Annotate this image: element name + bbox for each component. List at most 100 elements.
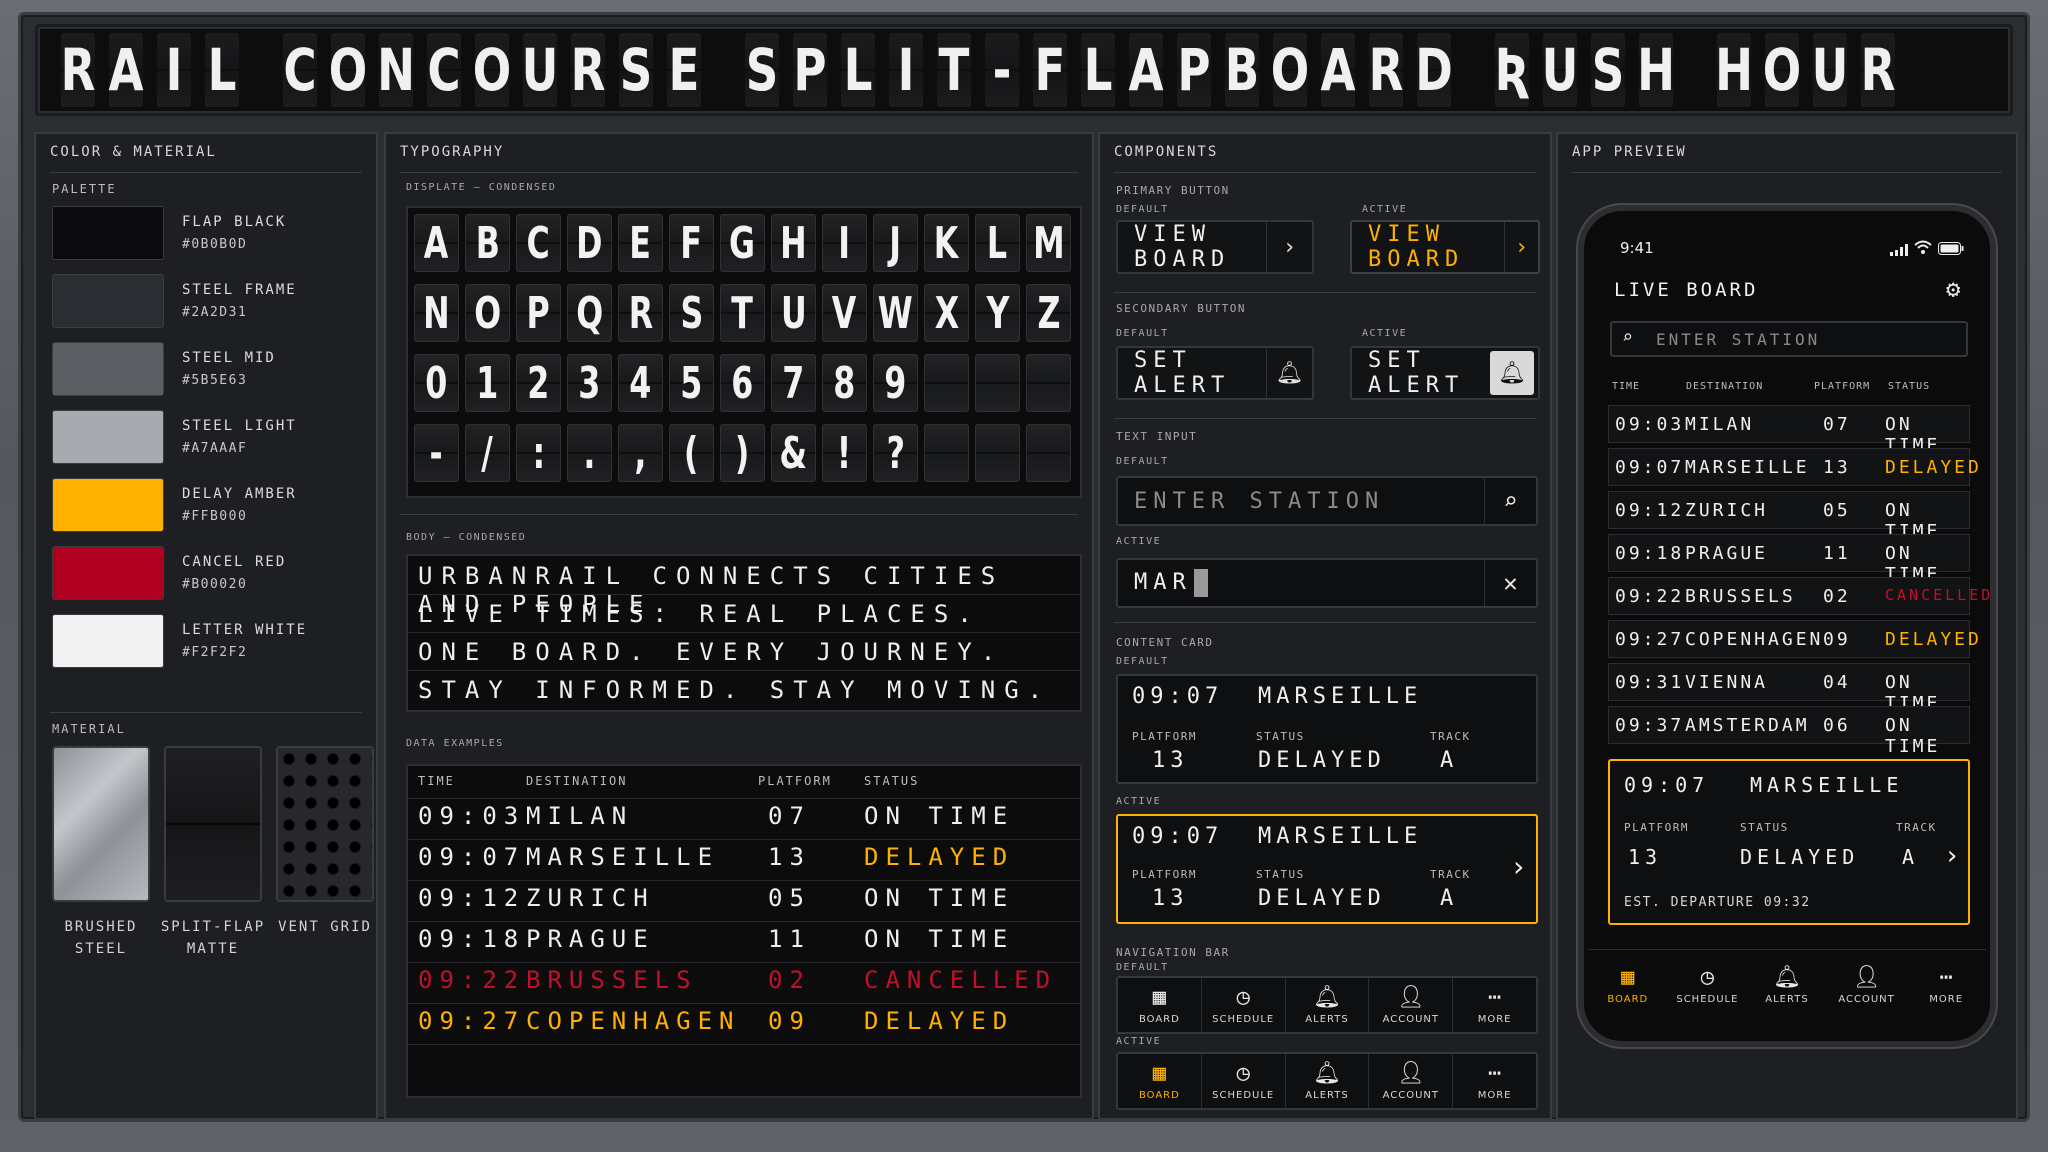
- bell-icon: 🔔︎: [1313, 1060, 1341, 1086]
- view-board-button[interactable]: VIEW BOARD ›: [1116, 220, 1314, 274]
- header-time: TIME: [418, 774, 455, 788]
- close-icon[interactable]: ✕: [1484, 560, 1536, 606]
- set-alert-button-active[interactable]: SET ALERT 🔔︎: [1350, 346, 1540, 400]
- active-label: ACTIVE: [1116, 1036, 1162, 1047]
- card-destination: MARSEILLE: [1258, 684, 1423, 709]
- glyph-tile: H: [771, 214, 816, 272]
- nav-item-more[interactable]: ⋯ MORE: [1453, 1054, 1536, 1108]
- glyph-tile: 0: [414, 354, 459, 412]
- grid-icon: ▦: [1152, 1060, 1167, 1086]
- glyph-tile: 1: [465, 354, 510, 412]
- glyph-tile: M: [1026, 214, 1071, 272]
- board-row[interactable]: 09:03 MILAN 07 ON TIME: [1608, 405, 1970, 456]
- search-placeholder: ENTER STATION: [1656, 330, 1821, 349]
- cell-dest: ZURICH: [526, 884, 655, 912]
- content-card[interactable]: 09:07 MARSEILLE PLATFORM STATUS TRACK 13…: [1116, 674, 1538, 784]
- header-time: TIME: [1612, 381, 1641, 392]
- cell-status: ON TIME: [864, 925, 1015, 953]
- nav-label: MORE: [1929, 994, 1964, 1005]
- board-row[interactable]: 09:27 COPENHAGEN 09 DELAYED: [1608, 620, 1979, 658]
- color-swatch: [52, 478, 164, 532]
- row-divider: [408, 1003, 1080, 1004]
- cell-dest: MILAN: [526, 802, 634, 830]
- content-card-active[interactable]: 09:07 MARSEILLE PLATFORM STATUS TRACK 13…: [1116, 814, 1538, 924]
- nav-item-account[interactable]: 👤︎ ACCOUNT: [1827, 950, 1907, 1021]
- nav-item-board[interactable]: ▦ BOARD: [1118, 1054, 1202, 1108]
- glyph-tile: 5: [669, 354, 714, 412]
- clock-icon: ◷: [1700, 965, 1715, 990]
- data-board: TIME DESTINATION PLATFORM STATUS 09:03 MI…: [406, 764, 1082, 1098]
- glyph-tile: F: [669, 214, 714, 272]
- blank-tile: [924, 424, 969, 482]
- color-swatch: [52, 546, 164, 600]
- nav-item-alerts[interactable]: 🔔︎ ALERTS: [1286, 1054, 1370, 1108]
- view-board-button-active[interactable]: VIEW BOARD ›: [1350, 220, 1540, 274]
- cell-time: 09:07: [1615, 457, 1685, 478]
- title-flap: S: [618, 33, 654, 107]
- board-row[interactable]: 09:18 PRAGUE 11 ON TIME: [1608, 534, 1970, 585]
- chevron-right-icon: ›: [1510, 850, 1532, 883]
- board-row[interactable]: 09:31 VIENNA 04 ON TIME: [1608, 663, 1970, 714]
- title-flap: N: [377, 33, 415, 107]
- glyph-tile: J: [873, 214, 918, 272]
- nav-item-schedule[interactable]: ◷ SCHEDULE: [1202, 1054, 1286, 1108]
- cell-status: DELAYED: [864, 1007, 1015, 1035]
- panel-title: TYPOGRAPHY: [400, 144, 505, 160]
- button-label: VIEW BOARD: [1368, 222, 1465, 272]
- board-row[interactable]: 09:12 ZURICH 05 ON TIME: [1608, 491, 1970, 542]
- nav-label: SCHEDULE: [1212, 1013, 1275, 1025]
- glyph-tile: X: [924, 284, 969, 342]
- default-label: DEFAULT: [1116, 656, 1169, 667]
- swatch-hex: #5B5E63: [182, 373, 248, 388]
- display-board: A B C D E F G H I J K L M N O P Q R S T U V W X Y Z 0 1 2 3 4 5 6 7 8 9 - /:.…: [406, 206, 1082, 498]
- panel-title: COLOR & MATERIAL: [50, 144, 217, 160]
- glyph-tile: W: [873, 284, 918, 342]
- nav-item-board[interactable]: ▦ BOARD: [1588, 950, 1668, 1021]
- glyph-tile: :: [516, 424, 561, 482]
- nav-item-board[interactable]: ▦ BOARD: [1118, 978, 1202, 1032]
- station-search[interactable]: ⌕ ENTER STATION: [1610, 321, 1968, 357]
- nav-item-account[interactable]: 👤︎ ACCOUNT: [1369, 978, 1454, 1032]
- nav-item-account[interactable]: 👤︎ ACCOUNT: [1369, 1054, 1454, 1108]
- nav-item-more[interactable]: ⋯ MORE: [1906, 950, 1986, 1021]
- glyph-tile: .: [567, 424, 612, 482]
- card-track: A: [1440, 886, 1459, 911]
- title-flap: R: [61, 33, 95, 107]
- nav-item-schedule[interactable]: ◷ SCHEDULE: [1202, 978, 1286, 1032]
- glyph-tile: R: [618, 284, 663, 342]
- board-row[interactable]: 09:07 MARSEILLE 13 DELAYED: [1608, 448, 1979, 486]
- cell-dest: MARSEILLE: [1685, 457, 1810, 478]
- nav-item-schedule[interactable]: ◷ SCHEDULE: [1668, 950, 1748, 1021]
- title-flap: Ʀ: [1495, 33, 1529, 107]
- input-value: MAR: [1118, 569, 1484, 597]
- body-text-line: LIVE TIMES. REAL PLACES.: [418, 600, 981, 628]
- glyph-tile: T: [720, 284, 765, 342]
- phone-card[interactable]: 09:07 MARSEILLE PLATFORM STATUS TRACK 13…: [1608, 759, 1970, 925]
- station-input-active[interactable]: MAR ✕: [1116, 558, 1538, 608]
- nav-item-alerts[interactable]: 🔔︎ ALERTS: [1286, 978, 1370, 1032]
- set-alert-button[interactable]: SET ALERT 🔔︎: [1116, 346, 1314, 400]
- cell-time: 09:18: [418, 925, 526, 953]
- cell-dest: VIENNA: [1685, 672, 1769, 693]
- glyph-tile: N: [414, 284, 459, 342]
- divider: [1114, 418, 1536, 419]
- nav-item-more[interactable]: ⋯ MORE: [1453, 978, 1536, 1032]
- board-row[interactable]: 09:37 AMSTERDAM 06 ON TIME: [1608, 706, 1970, 757]
- board-row[interactable]: 09:22 BRUSSELS 02 CANCELLED: [1608, 577, 1990, 615]
- panel-title: COMPONENTS: [1114, 144, 1219, 160]
- nav-item-alerts[interactable]: 🔔︎ ALERTS: [1747, 950, 1827, 1021]
- glyph-tile: 4: [618, 354, 663, 412]
- title-flap: O: [329, 33, 367, 107]
- split-flap-sample: [164, 746, 262, 902]
- title-flap: O: [1271, 33, 1309, 107]
- card-platform-label: PLATFORM: [1132, 868, 1197, 881]
- title-flap: E: [666, 33, 702, 107]
- blank-tile: [1026, 424, 1071, 482]
- bell-icon: 🔔︎: [1313, 984, 1341, 1010]
- swatch-hex: #2A2D31: [182, 305, 248, 320]
- title-flap: R: [1369, 33, 1403, 107]
- swatch-name: STEEL FRAME: [182, 282, 297, 298]
- station-input[interactable]: ENTER STATION ⌕: [1116, 476, 1538, 526]
- search-icon[interactable]: ⌕: [1484, 478, 1536, 524]
- gear-icon[interactable]: ⚙: [1946, 275, 1960, 303]
